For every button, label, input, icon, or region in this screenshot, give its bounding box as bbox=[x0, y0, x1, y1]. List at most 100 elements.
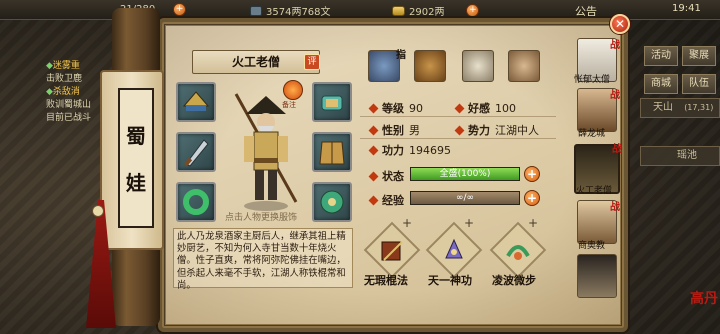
equip-slot-armor[interactable] bbox=[312, 132, 352, 172]
team-button[interactable]: 队伍 bbox=[682, 74, 716, 94]
companion-portrait-5[interactable] bbox=[577, 254, 617, 298]
equip-slot-ring[interactable] bbox=[176, 182, 216, 222]
exp-label: 经验 bbox=[382, 194, 404, 207]
yinyang-icon[interactable] bbox=[462, 50, 494, 82]
bracer-icon bbox=[321, 95, 343, 111]
tassel-knot bbox=[92, 205, 104, 217]
quest-title-1: 迷雾重 bbox=[52, 61, 80, 71]
shop-button[interactable]: 商城 bbox=[644, 74, 678, 94]
status-text: 全盛(100%) bbox=[439, 169, 491, 179]
skill-name-2: 天一神功 bbox=[428, 274, 472, 287]
evaluate-button[interactable]: 评 bbox=[304, 54, 320, 70]
diamond-icon bbox=[368, 145, 379, 155]
power-value: 194695 bbox=[409, 143, 451, 157]
faction-value: 江湖中人 bbox=[495, 124, 539, 137]
stat-gender: 性别 男 bbox=[368, 122, 420, 138]
equip-slot-accessory[interactable] bbox=[312, 182, 352, 222]
movement-skill-icon bbox=[506, 245, 530, 260]
diamond-icon bbox=[368, 103, 379, 113]
skill-slot-3[interactable] bbox=[489, 221, 547, 279]
diamond-icon bbox=[368, 171, 379, 181]
artifact-badge: 指 bbox=[396, 50, 406, 61]
location-name: 天山 bbox=[653, 102, 673, 113]
skill-name-1: 无瑕棍法 bbox=[364, 274, 408, 287]
stat-level: 等级 90 bbox=[368, 100, 423, 116]
dagger-icon bbox=[183, 139, 209, 167]
character-figure[interactable] bbox=[226, 84, 306, 212]
faction-label: 势力 bbox=[468, 124, 490, 137]
diamond-icon bbox=[454, 125, 465, 135]
divider bbox=[360, 116, 556, 117]
companion-name-1: 怅郁太僧 bbox=[574, 75, 611, 85]
scroll-char-2: 娃 bbox=[126, 171, 146, 195]
character-description: 此人乃龙泉酒家主厨后人，继承其祖上精妙厨艺，不知为何入寺甘当数十年烧火僧。性子直… bbox=[173, 228, 353, 291]
gold-display: 2902两 + bbox=[392, 3, 480, 18]
level-value: 90 bbox=[409, 101, 423, 115]
skill-3-upgrade-icon[interactable]: + bbox=[528, 216, 538, 230]
close-button[interactable]: ✕ bbox=[610, 14, 630, 34]
artifact-slot-2[interactable] bbox=[414, 50, 446, 82]
exp-bar: ∞/∞ bbox=[410, 191, 520, 205]
stat-favor: 好感 100 bbox=[454, 100, 516, 116]
skill-2-upgrade-icon[interactable]: + bbox=[464, 216, 474, 230]
level-label: 等级 bbox=[382, 102, 404, 115]
location-bar: 天山 (17,31) bbox=[640, 98, 720, 118]
armor-icon bbox=[319, 141, 345, 165]
exp-text: ∞/∞ bbox=[455, 193, 475, 203]
activity-button[interactable]: 活动 bbox=[644, 46, 678, 66]
status-row: 状态 bbox=[368, 168, 404, 184]
companion-name-3: 火工老僧 bbox=[576, 186, 613, 196]
status-add-button[interactable]: + bbox=[524, 166, 540, 182]
clock-time: 19:41 bbox=[672, 3, 701, 14]
diamond-icon bbox=[368, 125, 379, 135]
power-label: 功力 bbox=[382, 144, 404, 157]
divider bbox=[360, 138, 556, 139]
add-gold-icon[interactable]: + bbox=[466, 4, 480, 17]
scroll-char-1: 蜀 bbox=[126, 124, 146, 148]
favor-value: 100 bbox=[495, 101, 516, 115]
skill-name-3: 凌波微步 bbox=[492, 274, 536, 287]
companion-name-4: 商奥教 bbox=[578, 241, 606, 251]
internal-skill-icon bbox=[445, 238, 463, 259]
companion-badge-4: 战 bbox=[610, 202, 620, 213]
companion-name-2: 薛龙城 bbox=[578, 129, 606, 139]
add-stamina-icon[interactable]: + bbox=[173, 3, 187, 16]
status-label: 状态 bbox=[382, 170, 404, 183]
stat-faction: 势力 江湖中人 bbox=[454, 122, 539, 138]
scroll-title: 蜀 娃 bbox=[118, 88, 154, 228]
jade-ring-icon bbox=[183, 189, 209, 215]
copper-icon bbox=[250, 5, 262, 16]
gold-icon bbox=[392, 5, 405, 16]
companion-badge-3: 战 bbox=[612, 144, 622, 155]
favor-label: 好感 bbox=[468, 102, 490, 115]
skill-1-upgrade-icon[interactable]: + bbox=[402, 216, 412, 230]
map-button[interactable]: 瑶池 bbox=[640, 146, 720, 166]
quest-title-2: 杀敌消 bbox=[52, 87, 80, 97]
character-name: 火工老僧 bbox=[231, 55, 280, 69]
skill-slot-2[interactable] bbox=[425, 221, 483, 279]
gender-label: 性别 bbox=[382, 124, 404, 137]
companion-badge-2: 战 bbox=[610, 90, 620, 101]
meridian-icon[interactable] bbox=[508, 50, 540, 82]
stat-power: 功力 194695 bbox=[368, 142, 451, 158]
copper-value: 3574两768文 bbox=[266, 7, 331, 18]
location-coord: (17,31) bbox=[684, 103, 714, 112]
equip-slot-body[interactable] bbox=[312, 82, 352, 122]
quest-marker-icon: ◆ bbox=[46, 61, 53, 71]
character-name-plate: 火工老僧 bbox=[192, 50, 320, 74]
equip-slot-head[interactable] bbox=[176, 82, 216, 122]
diamond-icon bbox=[368, 195, 379, 205]
friends-button[interactable]: 聚展 bbox=[682, 46, 716, 66]
charm-icon bbox=[320, 190, 344, 214]
exp-row: 经验 bbox=[368, 192, 404, 208]
brand-seal: 高丹 bbox=[690, 291, 718, 307]
equip-slot-weapon[interactable] bbox=[176, 132, 216, 172]
status-bar: 全盛(100%) bbox=[410, 167, 520, 181]
copper-display: 3574两768文 bbox=[250, 3, 331, 18]
quest-marker-icon: ◆ bbox=[46, 87, 53, 97]
gold-value: 2902两 bbox=[409, 7, 445, 18]
skill-slot-1[interactable] bbox=[363, 221, 421, 279]
exp-add-button[interactable]: + bbox=[524, 190, 540, 206]
notice-button[interactable]: 公告 bbox=[575, 3, 597, 19]
headgear-icon bbox=[182, 91, 210, 111]
